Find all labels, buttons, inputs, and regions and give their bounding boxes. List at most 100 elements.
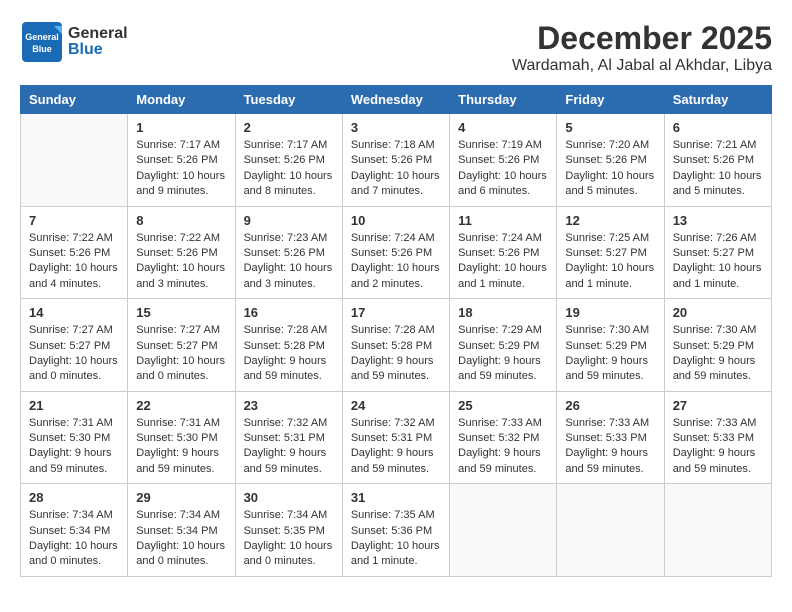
day-number: 23 (244, 398, 334, 413)
day-info: Sunrise: 7:21 AMSunset: 5:26 PMDaylight:… (673, 138, 763, 200)
day-number: 30 (244, 490, 334, 505)
calendar-header-thursday: Thursday (450, 86, 557, 114)
calendar-table: SundayMondayTuesdayWednesdayThursdayFrid… (20, 85, 772, 577)
calendar-header-monday: Monday (128, 86, 235, 114)
day-info: Sunrise: 7:24 AMSunset: 5:26 PMDaylight:… (458, 231, 548, 293)
calendar-cell: 4 Sunrise: 7:19 AMSunset: 5:26 PMDayligh… (450, 114, 557, 207)
day-info: Sunrise: 7:22 AMSunset: 5:26 PMDaylight:… (136, 231, 226, 293)
day-info: Sunrise: 7:31 AMSunset: 5:30 PMDaylight:… (136, 416, 226, 478)
calendar-cell: 24 Sunrise: 7:32 AMSunset: 5:31 PMDaylig… (342, 391, 449, 484)
calendar-cell: 8 Sunrise: 7:22 AMSunset: 5:26 PMDayligh… (128, 206, 235, 299)
title-section: December 2025 Wardamah, Al Jabal al Akhd… (512, 20, 772, 75)
day-number: 3 (351, 120, 441, 135)
day-info: Sunrise: 7:25 AMSunset: 5:27 PMDaylight:… (565, 231, 655, 293)
calendar-cell: 21 Sunrise: 7:31 AMSunset: 5:30 PMDaylig… (21, 391, 128, 484)
day-info: Sunrise: 7:35 AMSunset: 5:36 PMDaylight:… (351, 508, 441, 570)
day-info: Sunrise: 7:28 AMSunset: 5:28 PMDaylight:… (351, 323, 441, 385)
calendar-cell (21, 114, 128, 207)
calendar-cell: 20 Sunrise: 7:30 AMSunset: 5:29 PMDaylig… (664, 299, 771, 392)
day-info: Sunrise: 7:34 AMSunset: 5:34 PMDaylight:… (29, 508, 119, 570)
day-info: Sunrise: 7:32 AMSunset: 5:31 PMDaylight:… (351, 416, 441, 478)
calendar-cell: 12 Sunrise: 7:25 AMSunset: 5:27 PMDaylig… (557, 206, 664, 299)
day-info: Sunrise: 7:30 AMSunset: 5:29 PMDaylight:… (673, 323, 763, 385)
calendar-cell: 27 Sunrise: 7:33 AMSunset: 5:33 PMDaylig… (664, 391, 771, 484)
calendar-week-2: 14 Sunrise: 7:27 AMSunset: 5:27 PMDaylig… (21, 299, 772, 392)
day-number: 25 (458, 398, 548, 413)
day-number: 7 (29, 213, 119, 228)
day-number: 9 (244, 213, 334, 228)
day-info: Sunrise: 7:27 AMSunset: 5:27 PMDaylight:… (29, 323, 119, 385)
day-info: Sunrise: 7:27 AMSunset: 5:27 PMDaylight:… (136, 323, 226, 385)
day-info: Sunrise: 7:33 AMSunset: 5:32 PMDaylight:… (458, 416, 548, 478)
day-info: Sunrise: 7:28 AMSunset: 5:28 PMDaylight:… (244, 323, 334, 385)
day-info: Sunrise: 7:23 AMSunset: 5:26 PMDaylight:… (244, 231, 334, 293)
day-info: Sunrise: 7:30 AMSunset: 5:29 PMDaylight:… (565, 323, 655, 385)
day-number: 18 (458, 305, 548, 320)
day-number: 4 (458, 120, 548, 135)
day-info: Sunrise: 7:33 AMSunset: 5:33 PMDaylight:… (673, 416, 763, 478)
day-number: 13 (673, 213, 763, 228)
day-number: 20 (673, 305, 763, 320)
calendar-cell: 3 Sunrise: 7:18 AMSunset: 5:26 PMDayligh… (342, 114, 449, 207)
location-title: Wardamah, Al Jabal al Akhdar, Libya (512, 57, 772, 75)
logo-text: General Blue (68, 26, 128, 58)
calendar-cell: 22 Sunrise: 7:31 AMSunset: 5:30 PMDaylig… (128, 391, 235, 484)
logo-blue: Blue (68, 42, 128, 58)
svg-text:Blue: Blue (32, 44, 52, 54)
day-number: 22 (136, 398, 226, 413)
calendar-cell (664, 484, 771, 577)
day-info: Sunrise: 7:18 AMSunset: 5:26 PMDaylight:… (351, 138, 441, 200)
day-number: 14 (29, 305, 119, 320)
day-number: 12 (565, 213, 655, 228)
calendar-cell: 9 Sunrise: 7:23 AMSunset: 5:26 PMDayligh… (235, 206, 342, 299)
calendar-cell: 23 Sunrise: 7:32 AMSunset: 5:31 PMDaylig… (235, 391, 342, 484)
month-title: December 2025 (512, 20, 772, 57)
day-number: 5 (565, 120, 655, 135)
calendar-cell: 28 Sunrise: 7:34 AMSunset: 5:34 PMDaylig… (21, 484, 128, 577)
day-info: Sunrise: 7:26 AMSunset: 5:27 PMDaylight:… (673, 231, 763, 293)
calendar-cell: 1 Sunrise: 7:17 AMSunset: 5:26 PMDayligh… (128, 114, 235, 207)
calendar-cell: 14 Sunrise: 7:27 AMSunset: 5:27 PMDaylig… (21, 299, 128, 392)
calendar-cell: 30 Sunrise: 7:34 AMSunset: 5:35 PMDaylig… (235, 484, 342, 577)
day-number: 11 (458, 213, 548, 228)
calendar-cell: 26 Sunrise: 7:33 AMSunset: 5:33 PMDaylig… (557, 391, 664, 484)
calendar-cell (557, 484, 664, 577)
day-number: 1 (136, 120, 226, 135)
calendar-header-friday: Friday (557, 86, 664, 114)
day-info: Sunrise: 7:29 AMSunset: 5:29 PMDaylight:… (458, 323, 548, 385)
calendar-cell: 29 Sunrise: 7:34 AMSunset: 5:34 PMDaylig… (128, 484, 235, 577)
day-number: 26 (565, 398, 655, 413)
day-number: 10 (351, 213, 441, 228)
svg-text:General: General (25, 32, 59, 42)
calendar-week-1: 7 Sunrise: 7:22 AMSunset: 5:26 PMDayligh… (21, 206, 772, 299)
day-info: Sunrise: 7:24 AMSunset: 5:26 PMDaylight:… (351, 231, 441, 293)
calendar-cell: 18 Sunrise: 7:29 AMSunset: 5:29 PMDaylig… (450, 299, 557, 392)
calendar-header-row: SundayMondayTuesdayWednesdayThursdayFrid… (21, 86, 772, 114)
calendar-cell: 16 Sunrise: 7:28 AMSunset: 5:28 PMDaylig… (235, 299, 342, 392)
day-info: Sunrise: 7:34 AMSunset: 5:35 PMDaylight:… (244, 508, 334, 570)
calendar-header-sunday: Sunday (21, 86, 128, 114)
day-number: 24 (351, 398, 441, 413)
day-number: 2 (244, 120, 334, 135)
day-number: 8 (136, 213, 226, 228)
day-number: 19 (565, 305, 655, 320)
calendar-cell (450, 484, 557, 577)
calendar-cell: 5 Sunrise: 7:20 AMSunset: 5:26 PMDayligh… (557, 114, 664, 207)
day-number: 16 (244, 305, 334, 320)
day-number: 15 (136, 305, 226, 320)
day-info: Sunrise: 7:31 AMSunset: 5:30 PMDaylight:… (29, 416, 119, 478)
day-number: 6 (673, 120, 763, 135)
calendar-cell: 11 Sunrise: 7:24 AMSunset: 5:26 PMDaylig… (450, 206, 557, 299)
calendar-week-4: 28 Sunrise: 7:34 AMSunset: 5:34 PMDaylig… (21, 484, 772, 577)
calendar-header-wednesday: Wednesday (342, 86, 449, 114)
day-number: 31 (351, 490, 441, 505)
logo-general: General (68, 26, 128, 42)
calendar-cell: 7 Sunrise: 7:22 AMSunset: 5:26 PMDayligh… (21, 206, 128, 299)
day-info: Sunrise: 7:32 AMSunset: 5:31 PMDaylight:… (244, 416, 334, 478)
day-info: Sunrise: 7:20 AMSunset: 5:26 PMDaylight:… (565, 138, 655, 200)
logo: General Blue General Blue (20, 20, 128, 64)
day-info: Sunrise: 7:22 AMSunset: 5:26 PMDaylight:… (29, 231, 119, 293)
day-info: Sunrise: 7:19 AMSunset: 5:26 PMDaylight:… (458, 138, 548, 200)
day-info: Sunrise: 7:17 AMSunset: 5:26 PMDaylight:… (244, 138, 334, 200)
day-info: Sunrise: 7:33 AMSunset: 5:33 PMDaylight:… (565, 416, 655, 478)
